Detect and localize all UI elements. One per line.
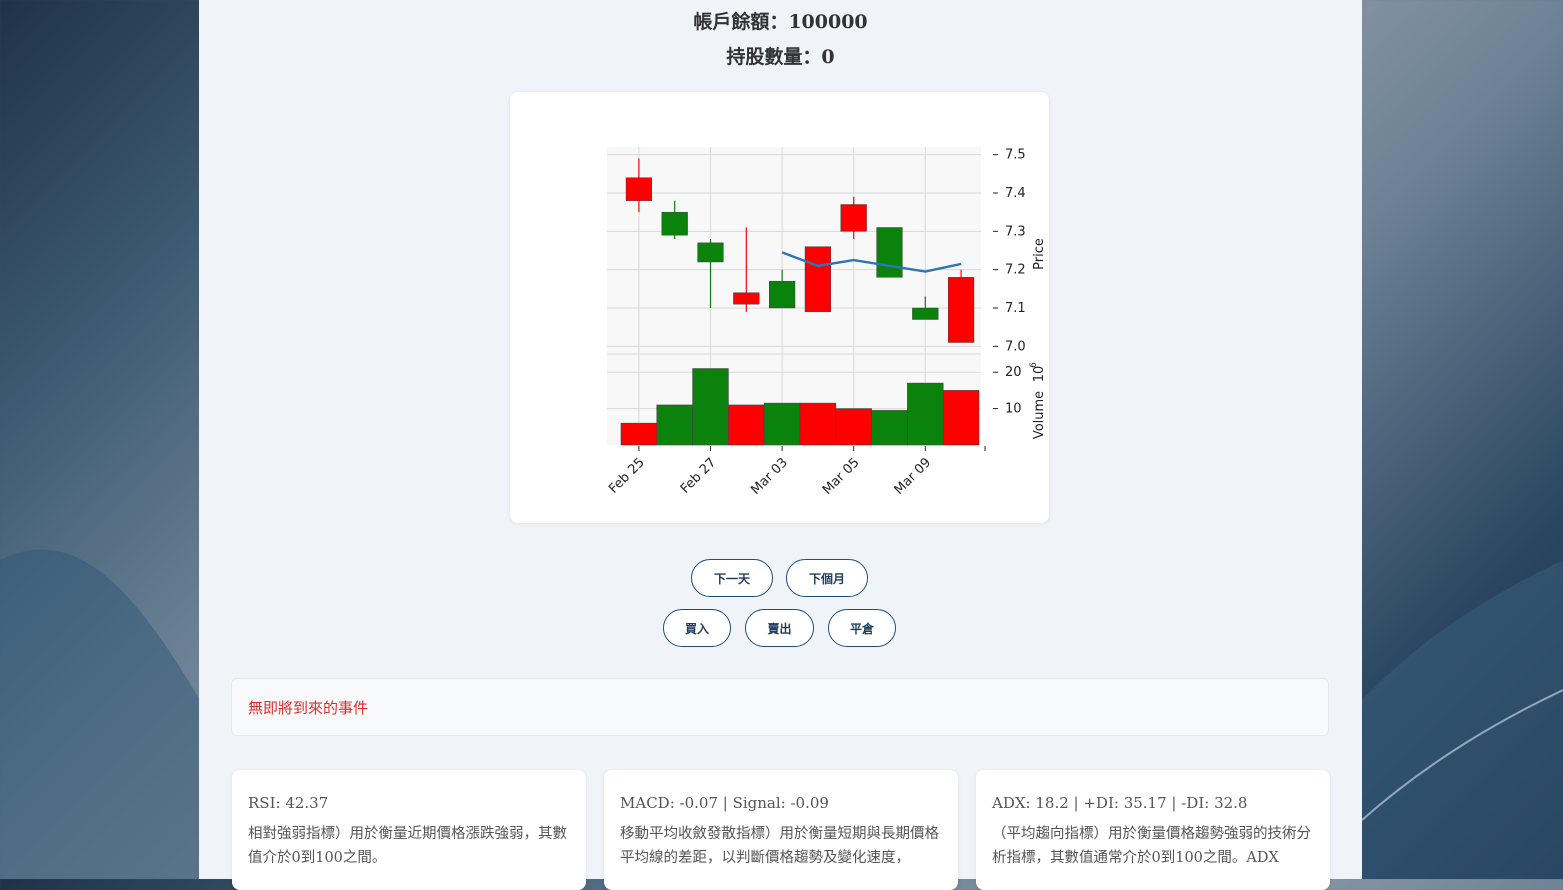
candlestick-chart: 7.0 7.1 7.2 7.3 7.4 7.5 10 20 Feb 25 Feb 27 Mar 03…: [606, 147, 1047, 498]
rsi-description: 相對強弱指標）用於衡量近期價格漲跌強弱，其數值介於0到100之間。: [248, 826, 567, 866]
events-message: 無即將到來的事件: [248, 699, 369, 717]
volume-bar: [656, 404, 693, 446]
holdings-count: 持股數量：0: [726, 46, 835, 68]
macd-value: MACD: -0.07 | Signal: -0.09: [620, 794, 829, 812]
candle-body: [625, 177, 652, 201]
account-balance: 帳戶餘額：100000: [693, 11, 868, 33]
volume-bar: [907, 382, 944, 446]
x-tick-label: Mar 05: [820, 455, 863, 498]
upcoming-events-box: 無即將到來的事件: [231, 678, 1329, 736]
volume-tick-label: 10: [1005, 402, 1022, 417]
candle-body: [769, 280, 796, 309]
rsi-value: RSI: 42.37: [248, 794, 329, 812]
macd-description: 移動平均收斂發散指標）用於衡量短期與長期價格平均線的差距，以判斷價格趨勢及變化速…: [620, 826, 939, 866]
volume-tick-label: 20: [1005, 365, 1022, 380]
volume-bar: [799, 402, 837, 446]
x-tick-label: Mar 09: [892, 455, 935, 498]
volume-bar: [728, 404, 765, 446]
candlestick-chart-card: 7.0 7.1 7.2 7.3 7.4 7.5 10 20 Feb 25 Feb 27 Mar 03…: [510, 92, 1049, 523]
price-axis-label: Price: [1032, 238, 1047, 270]
candle-body: [876, 227, 903, 278]
macd-card: MACD: -0.07 | Signal: -0.09 移動平均收斂發散指標）用…: [604, 770, 958, 890]
x-tick-label: Mar 03: [748, 455, 791, 498]
next-day-button[interactable]: 下一天: [691, 559, 773, 597]
price-tick-label: 7.3: [1005, 224, 1026, 239]
buy-button[interactable]: 買入: [663, 609, 731, 647]
x-tick-label: Feb 27: [678, 455, 720, 497]
adx-card: ADX: 18.2 | +DI: 35.17 | -DI: 32.8 （平均趨向…: [976, 770, 1330, 890]
sell-button[interactable]: 賣出: [745, 609, 814, 647]
volume-bar: [692, 368, 729, 446]
volume-bar: [763, 402, 801, 446]
next-month-button[interactable]: 下個月: [786, 559, 868, 597]
x-tick-label: Feb 25: [606, 455, 648, 497]
adx-description: （平均趨向指標）用於衡量價格趨勢強弱的技術分析指標，其數值通常介於0到100之間…: [992, 826, 1311, 866]
adx-value: ADX: 18.2 | +DI: 35.17 | -DI: 32.8: [992, 794, 1248, 812]
candle-body: [840, 204, 867, 232]
candle-body: [733, 292, 760, 305]
volume-bar: [942, 390, 980, 446]
rsi-card: RSI: 42.37 相對強弱指標）用於衡量近期價格漲跌強弱，其數值介於0到10…: [232, 770, 586, 890]
volume-bar: [871, 410, 908, 446]
close-position-button[interactable]: 平倉: [828, 609, 896, 647]
candle-body: [697, 242, 724, 263]
candle-body: [661, 211, 688, 236]
volume-exponent: 6: [1029, 362, 1039, 368]
main-panel: 帳戶餘額：100000 持股數量：0 7.0 7.1 7.2 7.3 7.4 7.5 10 2…: [199, 0, 1362, 890]
price-tick-label: 7.1: [1005, 301, 1026, 316]
volume-bar: [835, 408, 872, 446]
candle-body: [948, 277, 975, 343]
candle-body: [804, 246, 831, 313]
price-tick-label: 7.5: [1005, 148, 1026, 163]
price-tick-label: 7.4: [1005, 186, 1026, 201]
price-tick-label: 7.0: [1005, 339, 1026, 354]
volume-axis-label: Volume: [1032, 391, 1047, 439]
price-tick-label: 7.2: [1005, 263, 1026, 278]
candle-body: [912, 307, 939, 320]
volume-bar: [620, 422, 658, 446]
